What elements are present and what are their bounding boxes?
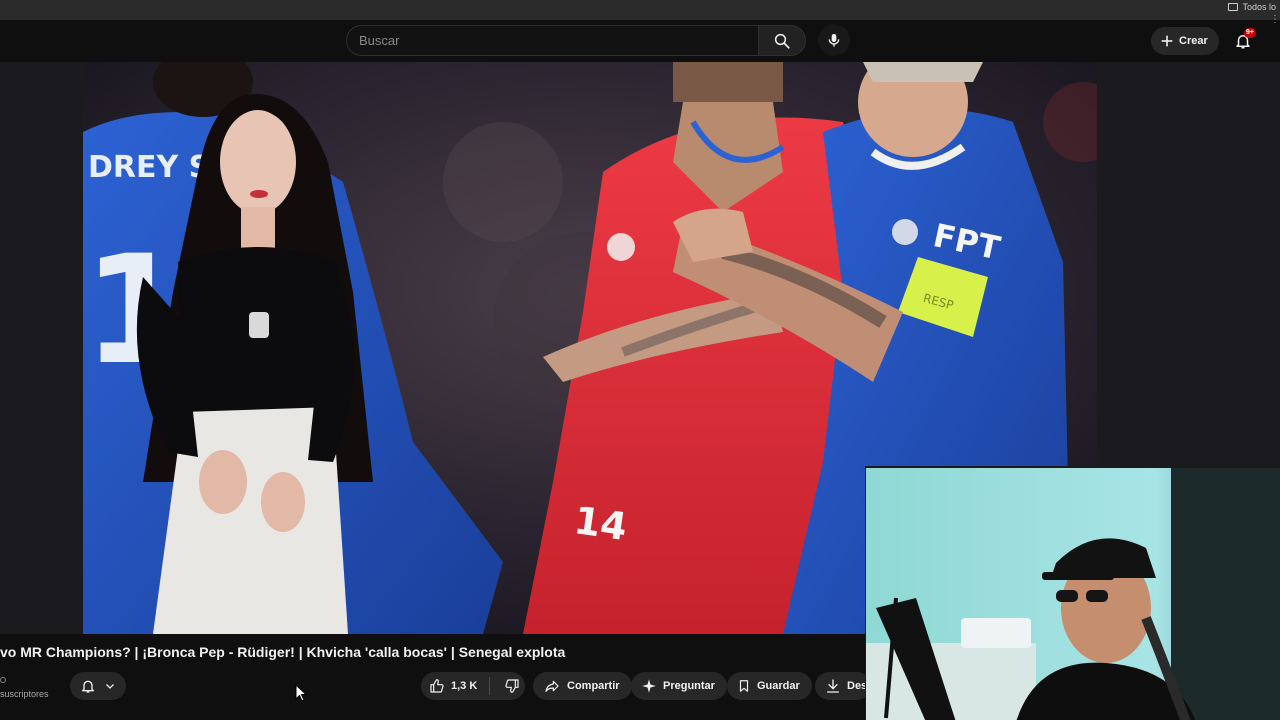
thumbs-up-icon (430, 679, 444, 693)
download-button[interactable]: Des (815, 672, 872, 700)
share-icon (545, 680, 559, 692)
like-button[interactable]: 1,3 K (421, 672, 477, 700)
save-button[interactable]: Guardar (727, 672, 812, 700)
download-icon (827, 679, 839, 693)
like-count: 1,3 K (451, 680, 478, 692)
chevron-down-icon (106, 684, 114, 689)
search-box (346, 25, 758, 56)
masthead: Crear 9+ (0, 20, 1280, 62)
share-button[interactable]: Compartir (533, 672, 632, 700)
search-input[interactable] (347, 26, 758, 55)
like-divider (489, 677, 491, 695)
share-label: Compartir (567, 680, 620, 692)
create-button-label: Crear (1179, 35, 1208, 47)
microphone-icon (828, 34, 840, 47)
ask-label: Preguntar (663, 680, 715, 692)
bookmark-folder-label: Todos lo (1242, 2, 1276, 12)
video-title: vo MR Champions? | ¡Bronca Pep - Rüdiger… (0, 644, 566, 660)
search-icon (774, 33, 790, 49)
overflow-edge: ⋮ (1270, 14, 1280, 25)
webcam-scene (866, 468, 1280, 720)
subscription-bell-button[interactable] (70, 672, 126, 700)
browser-bookmarks-bar: Todos lo (0, 0, 1280, 20)
dislike-button[interactable] (496, 678, 520, 694)
create-button[interactable]: Crear (1151, 27, 1219, 55)
bell-icon (82, 680, 94, 693)
subscriber-count: suscriptores (0, 689, 49, 699)
save-label: Guardar (757, 680, 800, 692)
search-button[interactable] (758, 25, 806, 56)
bookmark-icon (739, 680, 749, 692)
notifications-button[interactable]: 9+ (1230, 28, 1256, 54)
channel-avatar[interactable] (0, 677, 6, 683)
plus-icon (1161, 35, 1173, 47)
sparkle-icon (642, 679, 656, 693)
bookmark-folder[interactable]: Todos lo (1228, 0, 1280, 14)
mouse-cursor-icon (295, 684, 307, 702)
voice-search-button[interactable] (818, 24, 850, 56)
jersey-number-center: 14 (571, 498, 629, 549)
folder-icon (1228, 3, 1239, 11)
thumbs-down-icon (505, 679, 519, 693)
streamer-webcam-overlay (865, 466, 1280, 720)
ask-button[interactable]: Preguntar (631, 672, 727, 700)
notifications-badge: 9+ (1244, 28, 1256, 38)
like-dislike-group: 1,3 K (421, 672, 525, 700)
